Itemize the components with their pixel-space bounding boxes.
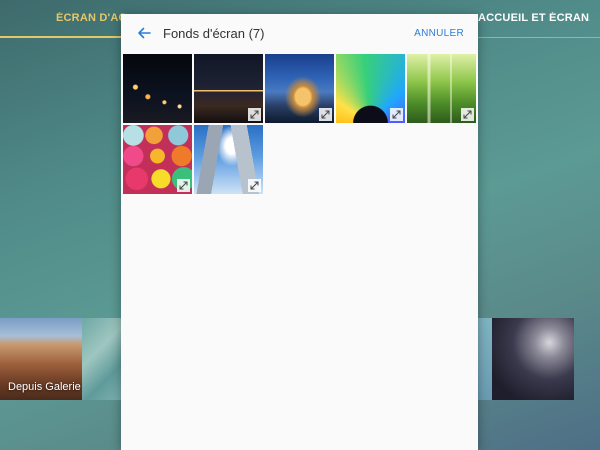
back-arrow-icon: [138, 27, 151, 39]
expand-icon[interactable]: [461, 108, 474, 121]
back-button[interactable]: [135, 24, 153, 42]
wallpaper-thumbnail[interactable]: [478, 318, 492, 400]
expand-icon[interactable]: [248, 108, 261, 121]
tab-home-and-lock-screen[interactable]: ACCUEIL ET ÉCRAN...: [478, 12, 590, 24]
wallpaper-forest[interactable]: [407, 54, 476, 123]
cancel-button[interactable]: ANNULER: [414, 28, 464, 39]
expand-icon[interactable]: [319, 108, 332, 121]
expand-icon[interactable]: [177, 179, 190, 192]
wallpaper-yarn-balls[interactable]: [123, 125, 192, 194]
wallpaper-bridge-night[interactable]: [194, 54, 263, 123]
wallpaper-colorful-arcs[interactable]: [336, 54, 405, 123]
wallpapers-dialog: Fonds d'écran (7) ANNULER: [121, 14, 478, 450]
expand-icon[interactable]: [390, 108, 403, 121]
wallpaper-thumbnail[interactable]: [82, 318, 122, 400]
tab-home-screen[interactable]: ÉCRAN D'ACCUEIL: [56, 12, 126, 24]
dialog-header: Fonds d'écran (7) ANNULER: [121, 14, 478, 52]
wallpaper-palace[interactable]: [265, 54, 334, 123]
wallpaper-night-city[interactable]: [123, 54, 192, 123]
wallpaper-skyscrapers[interactable]: [194, 125, 263, 194]
expand-icon[interactable]: [248, 179, 261, 192]
active-tab-indicator: [0, 36, 122, 38]
dialog-title: Fonds d'écran (7): [163, 26, 265, 41]
from-gallery-label: Depuis Galerie: [8, 381, 81, 393]
wallpaper-thumbnail[interactable]: [492, 318, 574, 400]
